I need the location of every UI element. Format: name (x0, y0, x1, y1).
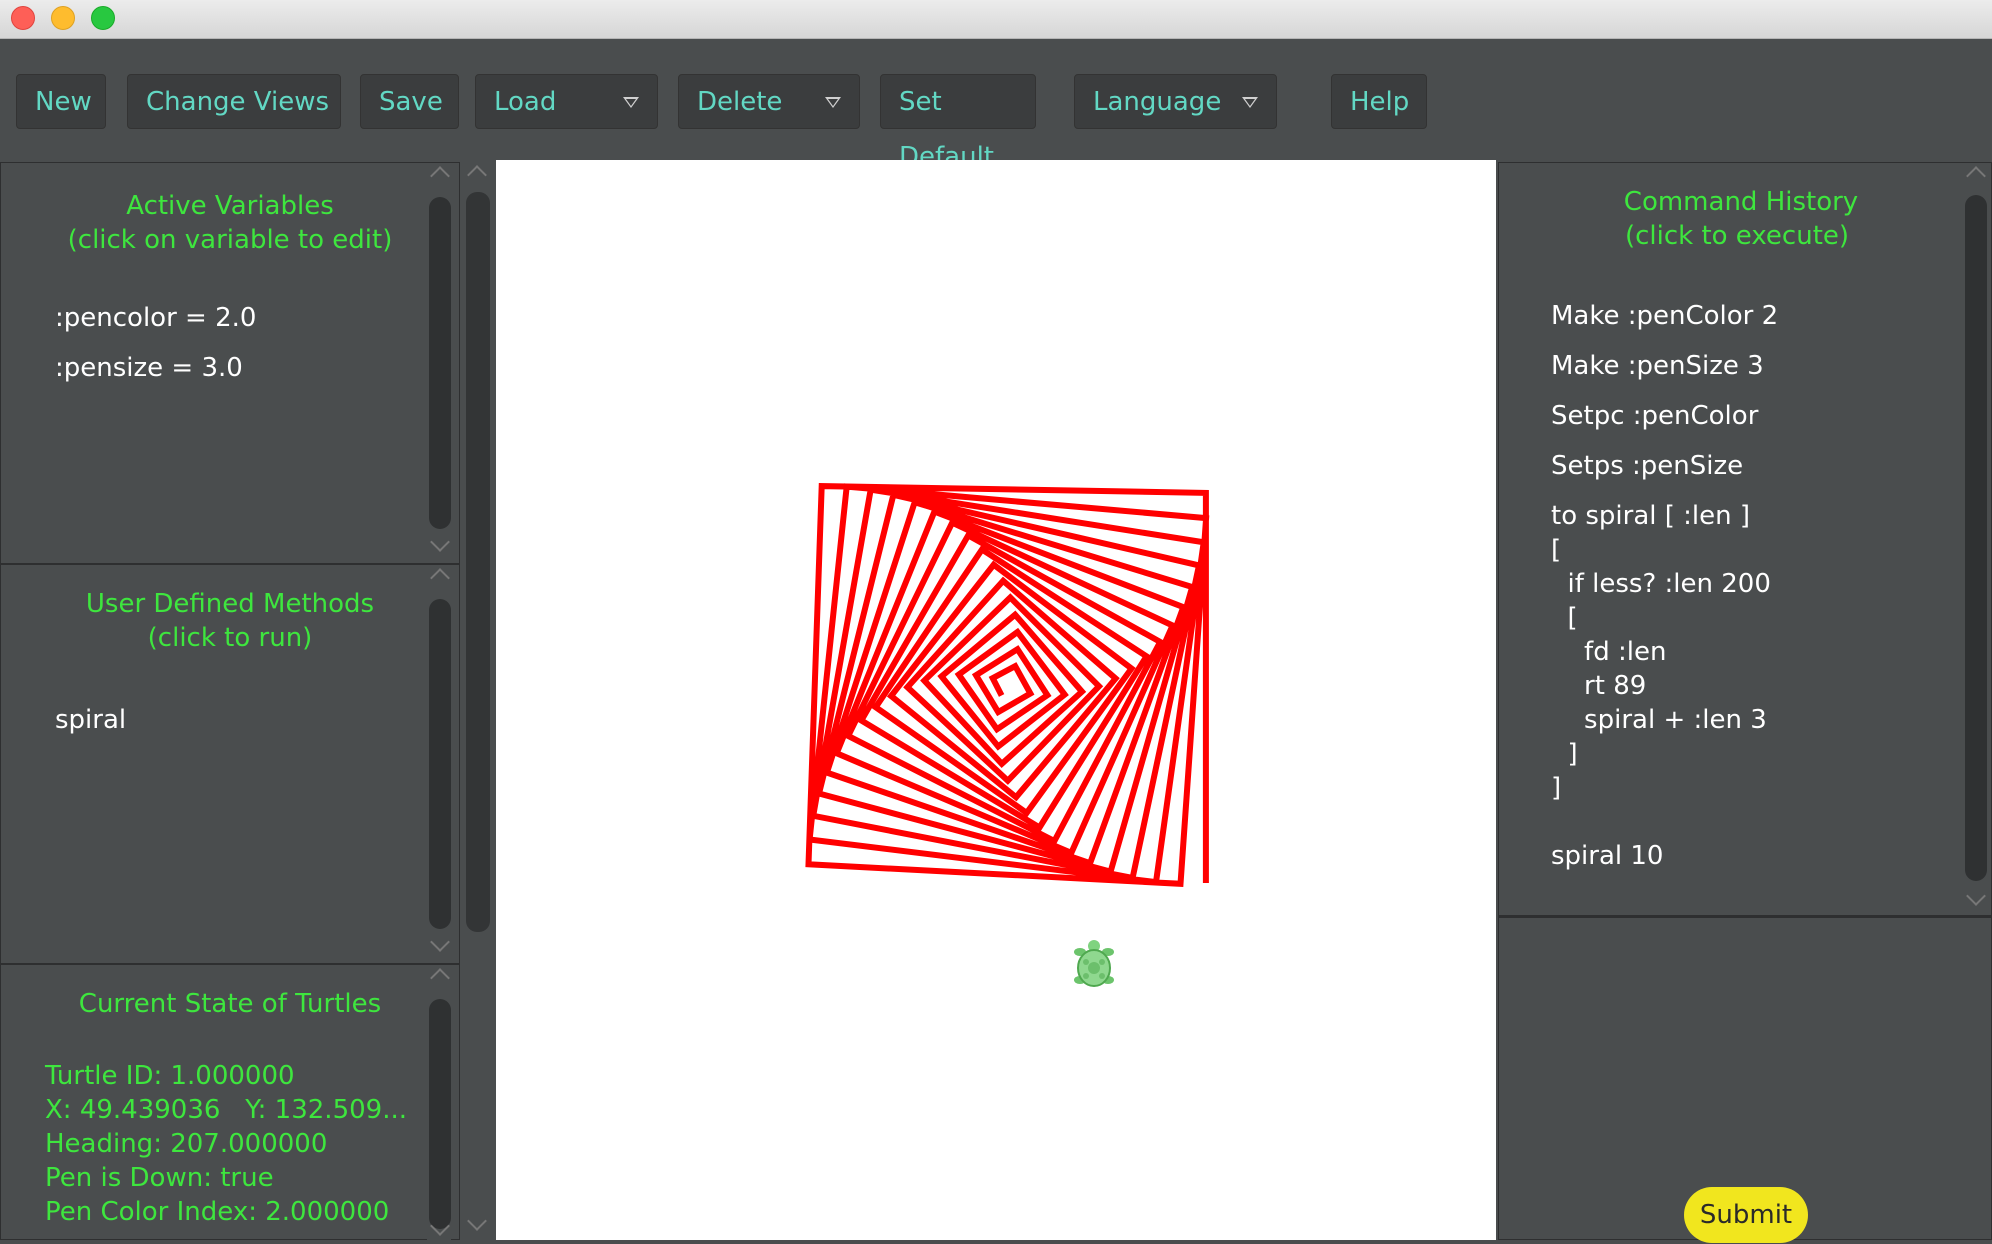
turtle-heading-line: Heading: 207.000000 (45, 1129, 328, 1159)
history-command[interactable]: spiral 10 (1551, 841, 1663, 871)
variable-item[interactable]: :pencolor = 2.0 (55, 303, 256, 333)
turtle-pen-down-line: Pen is Down: true (45, 1163, 274, 1193)
chevron-down-icon (1242, 97, 1258, 108)
close-window-button[interactable] (11, 6, 35, 30)
scroll-up-icon[interactable] (430, 568, 450, 588)
method-item[interactable]: spiral (55, 705, 126, 735)
language-label: Language (1093, 87, 1222, 117)
help-button[interactable]: Help (1331, 74, 1427, 129)
scrollbar-track[interactable] (429, 599, 451, 929)
scrollbar-thumb[interactable] (466, 192, 490, 932)
history-command[interactable]: Setpc :penColor (1551, 401, 1758, 431)
left-pane-scrollbar[interactable] (462, 162, 492, 1240)
help-label: Help (1350, 87, 1410, 117)
turtle-pen-color-line: Pen Color Index: 2.000000 (45, 1197, 390, 1227)
window-title-bar (0, 0, 1992, 39)
history-scrollbar[interactable] (1963, 163, 1987, 915)
load-label: Load (494, 87, 557, 117)
scroll-up-icon[interactable] (430, 968, 450, 988)
turtle-state-title: Current State of Turtles (78, 989, 382, 1019)
history-command[interactable]: if less? :len 200 (1551, 569, 1771, 599)
variables-title: Active Variables (126, 191, 334, 221)
history-command[interactable]: rt 89 (1551, 671, 1646, 701)
delete-dropdown[interactable]: Delete (678, 74, 860, 129)
history-command[interactable]: [ (1551, 535, 1561, 565)
history-command[interactable]: Make :penSize 3 (1551, 351, 1764, 381)
variables-scrollbar[interactable] (427, 163, 451, 563)
save-button[interactable]: Save (360, 74, 459, 129)
save-label: Save (379, 87, 443, 117)
methods-scrollbar[interactable] (427, 565, 451, 963)
history-command[interactable]: fd :len (1551, 637, 1666, 667)
scrollbar-track[interactable] (429, 999, 451, 1229)
turtle-id-line: Turtle ID: 1.000000 (45, 1061, 295, 1091)
variables-subtitle: (click on variable to edit) (67, 225, 393, 255)
history-title: Command History (1623, 187, 1859, 217)
submit-button[interactable]: Submit (1684, 1187, 1808, 1243)
turtle-icon (1074, 940, 1114, 987)
new-button[interactable]: New (16, 74, 106, 129)
new-button-label: New (35, 87, 92, 117)
spiral-path (805, 483, 1210, 887)
history-command[interactable]: ] (1551, 773, 1561, 803)
turtle-canvas[interactable] (496, 160, 1496, 1240)
maximize-window-button[interactable] (91, 6, 115, 30)
methods-title: User Defined Methods (85, 589, 375, 619)
methods-panel: User Defined Methods (click to run) spir… (0, 564, 460, 964)
history-command[interactable]: [ (1551, 603, 1578, 633)
methods-subtitle: (click to run) (147, 623, 313, 653)
delete-label: Delete (697, 87, 783, 117)
scroll-down-icon[interactable] (430, 932, 450, 952)
change-views-label: Change Views (146, 87, 330, 117)
turtle-state-scrollbar[interactable] (427, 965, 451, 1241)
scroll-up-icon[interactable] (1966, 166, 1986, 186)
history-subtitle: (click to execute) (1624, 221, 1850, 251)
command-history-panel: Command History (click to execute) Make … (1498, 162, 1992, 916)
scroll-down-icon[interactable] (467, 1211, 487, 1231)
history-command[interactable]: spiral + :len 3 (1551, 705, 1767, 735)
variable-item[interactable]: :pensize = 3.0 (55, 353, 243, 383)
history-command[interactable]: to spiral [ :len ] (1551, 501, 1750, 531)
language-dropdown[interactable]: Language (1074, 74, 1277, 129)
chevron-down-icon (623, 97, 639, 108)
spiral-drawing (805, 483, 1210, 887)
history-command[interactable]: ] (1551, 739, 1578, 769)
scroll-up-icon[interactable] (467, 165, 487, 185)
scroll-down-icon[interactable] (430, 532, 450, 552)
history-command[interactable]: Make :penColor 2 (1551, 301, 1778, 331)
load-dropdown[interactable]: Load (475, 74, 658, 129)
scroll-down-icon[interactable] (1966, 886, 1986, 906)
minimize-window-button[interactable] (51, 6, 75, 30)
turtle-state-panel: Current State of Turtles Turtle ID: 1.00… (0, 964, 460, 1241)
set-default-button[interactable]: Set Default (880, 74, 1036, 172)
chevron-down-icon (825, 97, 841, 108)
scrollbar-track[interactable] (1965, 195, 1987, 881)
variables-panel: Active Variables (click on variable to e… (0, 162, 460, 564)
change-views-button[interactable]: Change Views (127, 74, 341, 129)
history-command[interactable]: Setps :penSize (1551, 451, 1743, 481)
scroll-up-icon[interactable] (430, 166, 450, 186)
submit-label: Submit (1699, 1200, 1793, 1230)
scrollbar-track[interactable] (429, 197, 451, 529)
turtle-position-line: X: 49.439036 Y: 132.509... (45, 1095, 407, 1125)
